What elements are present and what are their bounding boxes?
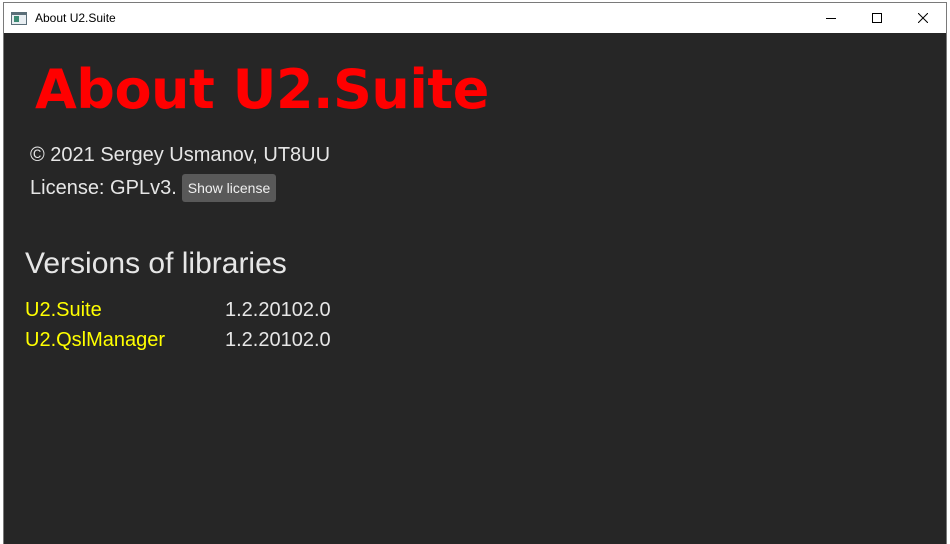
libraries-table: U2.Suite 1.2.20102.0 U2.QslManager 1.2.2…: [25, 295, 331, 355]
maximize-icon: [872, 13, 882, 23]
title-bar[interactable]: About U2.Suite: [4, 3, 946, 33]
copyright-text: © 2021 Sergey Usmanov, UT8UU: [30, 144, 331, 166]
library-version: 1.2.20102.0: [225, 298, 331, 321]
minimize-button[interactable]: [808, 3, 854, 33]
license-line: License: GPLv3. Show license: [30, 174, 277, 202]
maximize-button[interactable]: [854, 3, 900, 33]
window-controls: [808, 3, 946, 33]
about-content: About U2.Suite © 2021 Sergey Usmanov, UT…: [4, 33, 946, 544]
app-window-icon: [11, 11, 27, 25]
close-icon: [918, 13, 928, 23]
library-name: U2.Suite: [25, 298, 102, 321]
window-title: About U2.Suite: [35, 11, 116, 25]
library-version: 1.2.20102.0: [225, 328, 331, 351]
close-button[interactable]: [900, 3, 946, 33]
libraries-section-title: Versions of libraries: [25, 247, 287, 280]
minimize-icon: [826, 18, 836, 19]
show-license-button[interactable]: Show license: [181, 174, 277, 202]
library-row: U2.QslManager 1.2.20102.0: [25, 325, 331, 355]
license-text: License: GPLv3.: [30, 176, 177, 199]
about-window: About U2.Suite About U2.Suite © 2021 Ser…: [3, 2, 947, 544]
library-name: U2.QslManager: [25, 328, 166, 351]
library-row: U2.Suite 1.2.20102.0: [25, 295, 331, 325]
about-heading: About U2.Suite: [35, 58, 489, 121]
